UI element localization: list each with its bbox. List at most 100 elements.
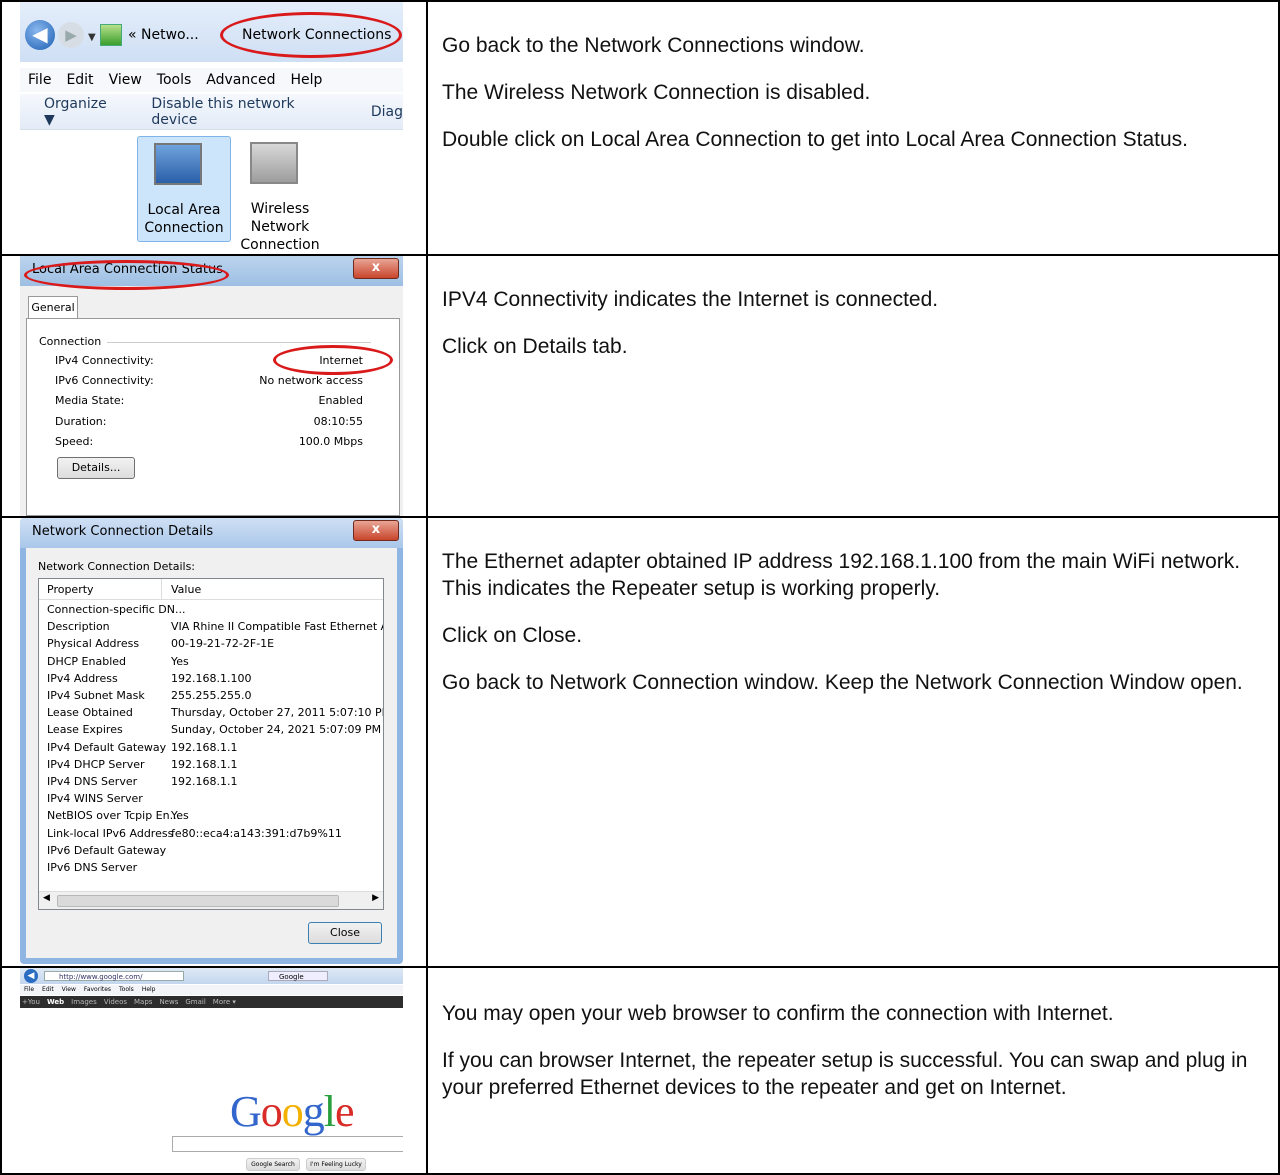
- detail-value: Thursday, October 27, 2011 5:07:10 PM: [171, 706, 384, 720]
- connection-section-label: Connection: [39, 335, 102, 348]
- menu-view[interactable]: View: [109, 72, 142, 88]
- address-input[interactable]: http://www.google.com/: [44, 971, 184, 981]
- link-web[interactable]: Web: [47, 996, 64, 1008]
- detail-property: IPv4 Subnet Mask: [47, 689, 145, 702]
- details-button[interactable]: Details...: [57, 457, 135, 479]
- detail-property: IPv4 DHCP Server: [47, 757, 145, 771]
- diagnose-button[interactable]: Diag: [371, 104, 403, 120]
- google-logo-letter: g: [302, 1087, 325, 1136]
- close-icon[interactable]: x: [353, 520, 399, 541]
- detail-value: Yes: [171, 809, 189, 823]
- ipv6-connectivity-value: No network access: [259, 374, 363, 387]
- menu-file[interactable]: File: [24, 985, 34, 995]
- google-top-bar: +You Web Images Videos Maps News Gmail M…: [20, 996, 403, 1008]
- detail-property: NetBIOS over Tcpip En...: [47, 809, 181, 823]
- details-list[interactable]: Property Value Connection-specific DN...…: [38, 578, 384, 910]
- menu-advanced[interactable]: Advanced: [206, 72, 275, 88]
- instruction-text: Go back to Network Connection window. Ke…: [442, 671, 1243, 694]
- document-page: ◀ ▶ ▼ « Netwo... Network Connections Fil…: [0, 0, 1280, 1175]
- speed-label: Speed:: [55, 435, 94, 448]
- search-input[interactable]: [172, 1136, 403, 1152]
- instruction-text: The Ethernet adapter obtained IP address…: [442, 550, 1241, 600]
- browser-tab[interactable]: Google: [268, 971, 328, 981]
- local-area-connection-label: Local Area Connection: [144, 202, 224, 236]
- instruction-text: Click on Details tab.: [442, 335, 628, 358]
- connection-details-screenshot: Network Connection Details x Network Con…: [20, 518, 403, 964]
- menu-view[interactable]: View: [62, 985, 76, 995]
- menu-bar: File Edit View Tools Advanced Help: [20, 68, 403, 92]
- menu-help[interactable]: Help: [290, 72, 322, 88]
- google-search-button[interactable]: Google Search: [246, 1158, 300, 1171]
- link-more[interactable]: More ▾: [213, 996, 236, 1008]
- google-logo-letter: l: [323, 1087, 336, 1136]
- instruction-text: Double click on Local Area Connection to…: [442, 128, 1188, 151]
- wireless-connection-label: Wireless Network Connection: [240, 201, 320, 253]
- network-folder-icon: [100, 24, 122, 46]
- section-divider: [107, 342, 371, 343]
- organize-button[interactable]: Organize ▼: [44, 96, 119, 128]
- tab-general[interactable]: General: [28, 296, 78, 319]
- row1-instructions: Go back to the Network Connections windo…: [442, 32, 1262, 173]
- detail-property: IPv6 Default Gateway: [47, 843, 167, 857]
- highlight-oval: [273, 345, 393, 375]
- forward-arrow-icon[interactable]: ▶: [58, 22, 84, 48]
- wireless-connection-item[interactable]: Wireless Network Connection: [234, 136, 326, 254]
- table-rule: [0, 0, 2, 1175]
- detail-property: Physical Address: [47, 637, 140, 651]
- menu-file[interactable]: File: [28, 72, 51, 88]
- feeling-lucky-button[interactable]: I'm Feeling Lucky: [306, 1158, 366, 1171]
- detail-property: IPv4 Address: [47, 671, 118, 685]
- media-state-label: Media State:: [55, 394, 125, 407]
- column-value[interactable]: Value: [171, 583, 201, 596]
- menu-edit[interactable]: Edit: [42, 985, 54, 995]
- detail-value: 192.168.1.1: [171, 775, 238, 788]
- highlight-oval: [24, 260, 229, 290]
- menu-edit[interactable]: Edit: [66, 72, 93, 88]
- link-gmail[interactable]: Gmail: [185, 996, 205, 1008]
- google-logo-letter: o: [281, 1087, 304, 1136]
- link-videos[interactable]: Videos: [104, 996, 127, 1008]
- wireless-adapter-icon: [250, 142, 298, 184]
- google-logo-letter: o: [260, 1087, 283, 1136]
- menu-favorites[interactable]: Favorites: [84, 985, 111, 995]
- explorer-address-bar: ◀ ▶ ▼ « Netwo... Network Connections: [20, 2, 403, 62]
- breadcrumb-parent[interactable]: « Netwo...: [128, 27, 199, 43]
- link-you[interactable]: +You: [22, 996, 40, 1008]
- instruction-text: IPV4 Connectivity indicates the Internet…: [442, 288, 939, 311]
- instruction-text: If you can browser Internet, the repeate…: [442, 1049, 1248, 1099]
- detail-value: 192.168.1.1: [171, 757, 238, 771]
- detail-property: Description: [47, 620, 110, 634]
- detail-value: 255.255.255.0: [171, 689, 252, 702]
- link-news[interactable]: News: [159, 996, 178, 1008]
- instruction-text: Click on Close.: [442, 624, 583, 647]
- link-images[interactable]: Images: [71, 996, 97, 1008]
- row4-instructions: You may open your web browser to confirm…: [442, 1000, 1262, 1121]
- menu-tools[interactable]: Tools: [157, 72, 192, 88]
- instruction-text: The Wireless Network Connection is disab…: [442, 81, 871, 104]
- back-arrow-icon[interactable]: ◀: [24, 969, 38, 983]
- detail-property: IPv6 DNS Server: [47, 861, 138, 874]
- row3-instructions: The Ethernet adapter obtained IP address…: [442, 548, 1262, 716]
- close-button[interactable]: Close: [308, 922, 382, 944]
- dialog-title-bar: Network Connection Details x: [20, 518, 403, 548]
- link-maps[interactable]: Maps: [134, 996, 152, 1008]
- column-divider: [161, 579, 162, 599]
- ipv4-connectivity-label: IPv4 Connectivity:: [55, 354, 154, 367]
- scroll-right-icon[interactable]: ▶: [372, 893, 379, 903]
- horizontal-scrollbar[interactable]: ◀ ▶: [39, 891, 383, 909]
- local-area-connection-item[interactable]: Local Area Connection: [137, 136, 231, 242]
- menu-help[interactable]: Help: [142, 985, 156, 995]
- column-property[interactable]: Property: [47, 583, 94, 596]
- close-icon[interactable]: x: [353, 258, 399, 279]
- scroll-left-icon[interactable]: ◀: [43, 893, 50, 903]
- history-dropdown-icon[interactable]: ▼: [88, 32, 96, 43]
- media-state-value: Enabled: [318, 394, 363, 407]
- menu-tools[interactable]: Tools: [119, 985, 134, 995]
- back-arrow-icon[interactable]: ◀: [25, 20, 55, 50]
- details-subtitle: Network Connection Details:: [38, 560, 196, 573]
- disable-device-button[interactable]: Disable this network device: [151, 96, 338, 128]
- table-rule: [426, 0, 428, 1175]
- scrollbar-thumb[interactable]: [57, 895, 339, 907]
- detail-property: IPv4 Default Gateway: [47, 740, 167, 754]
- detail-value: 192.168.1.100: [171, 671, 252, 685]
